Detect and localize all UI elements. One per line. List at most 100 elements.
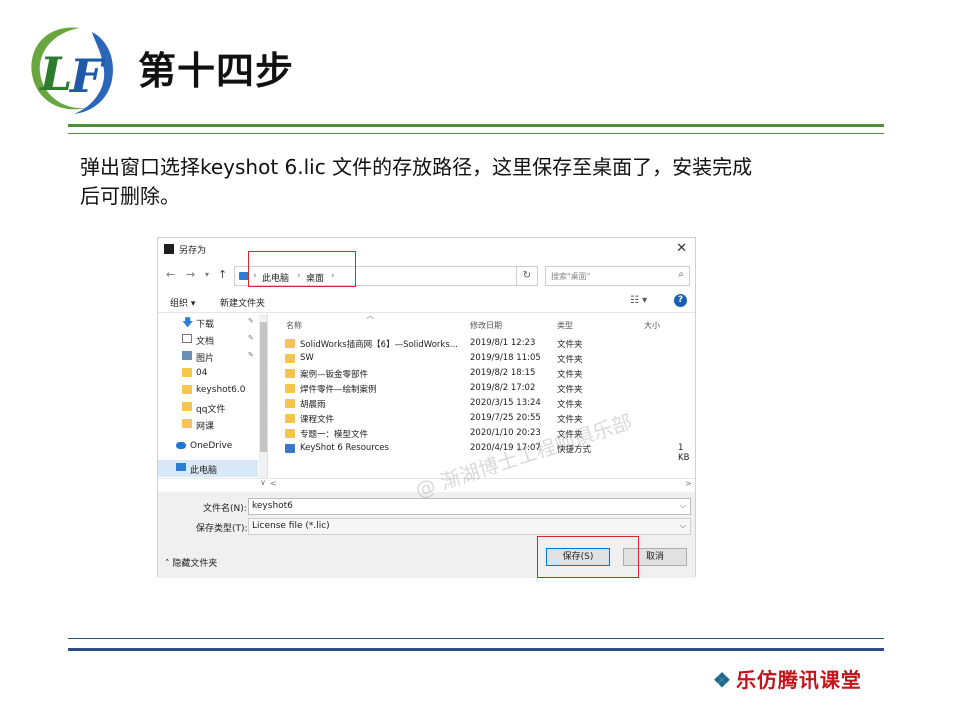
back-arrow-icon[interactable]: ← xyxy=(166,268,175,281)
navigation-bar: ← → ▾ ↑ › 此电脑 › 桌面 › ⌵ ↻ 搜索"桌面" ⌕ xyxy=(158,264,695,288)
file-name: 专题一：模型文件 xyxy=(300,430,369,440)
folder-icon xyxy=(285,369,295,378)
column-header-type[interactable]: 类型 xyxy=(557,320,573,331)
folder-icon xyxy=(285,429,295,438)
sidebar-item-label: 网课 xyxy=(196,422,215,432)
file-row[interactable]: 案例—钣金零部件 2019/8/2 18:15 文件夹 xyxy=(276,366,697,381)
help-icon[interactable]: ? xyxy=(674,294,687,307)
address-highlight-box xyxy=(248,251,356,287)
download-icon: 🡇 xyxy=(182,316,194,329)
search-box[interactable]: 搜索"桌面" ⌕ xyxy=(545,266,690,286)
forward-arrow-icon[interactable]: → xyxy=(186,268,195,281)
file-date: 2020/3/15 13:24 xyxy=(470,398,541,408)
filetype-label: 保存类型(T): xyxy=(196,524,248,534)
sidebar-item-label: 下载 xyxy=(196,320,215,330)
shortcut-icon xyxy=(285,444,295,453)
sidebar-item-label: qq文件 xyxy=(196,405,226,415)
brand-footer: ❖ 乐仿腾讯课堂 xyxy=(713,664,862,693)
file-date: 2020/4/19 17:07 xyxy=(470,443,541,453)
sidebar-item-label: 此电脑 xyxy=(190,466,218,476)
file-row[interactable]: 课程文件 2019/7/25 20:55 文件夹 xyxy=(276,411,697,426)
file-date: 2019/8/2 17:02 xyxy=(470,383,536,393)
filetype-value: License file (*.lic) xyxy=(252,521,330,531)
sidebar-item-label: OneDrive xyxy=(190,441,233,451)
sidebar-scrollbar-thumb[interactable] xyxy=(260,322,267,452)
refresh-icon[interactable]: ↻ xyxy=(516,266,538,286)
save-as-dialog: 另存为 ✕ ← → ▾ ↑ › 此电脑 › 桌面 › ⌵ ↻ 搜索"桌面" ⌕ … xyxy=(157,237,697,578)
diamond-icon: ❖ xyxy=(713,668,732,692)
filetype-select[interactable]: License file (*.lic) ⌵ xyxy=(248,518,691,535)
sidebar-scrollbar[interactable] xyxy=(259,314,267,478)
svg-text:F: F xyxy=(68,49,106,103)
file-name: 焊件零件—绘制案例 xyxy=(300,385,377,395)
filename-label: 文件名(N): xyxy=(203,504,247,514)
folder-icon xyxy=(182,368,192,377)
folder-icon xyxy=(285,339,295,348)
up-arrow-icon[interactable]: ↑ xyxy=(218,268,227,281)
sidebar-item-documents[interactable]: 文档 ✎ xyxy=(158,331,258,348)
column-header-date[interactable]: 修改日期 xyxy=(470,320,502,331)
sidebar-item-label: 文档 xyxy=(196,337,215,347)
sidebar-item-pictures[interactable]: 图片 ✎ xyxy=(158,348,258,365)
sidebar-item-label: 图片 xyxy=(196,354,215,364)
file-row[interactable]: 专题一：模型文件 2020/1/10 20:23 文件夹 xyxy=(276,426,697,441)
dialog-title: 另存为 xyxy=(179,246,207,256)
sidebar-item-label: 04 xyxy=(196,368,208,378)
column-header-name[interactable]: 名称 xyxy=(286,320,302,331)
file-type: 文件夹 xyxy=(557,370,583,380)
keyshot-app-icon xyxy=(164,244,174,254)
file-type: 文件夹 xyxy=(557,355,583,365)
search-icon: ⌕ xyxy=(678,269,684,280)
sidebar-item-04[interactable]: 04 xyxy=(158,365,258,382)
file-name: KeyShot 6 Resources xyxy=(300,443,389,453)
sidebar-item-this-pc[interactable]: 此电脑 xyxy=(158,460,258,477)
scroll-right-arrow-icon[interactable]: > xyxy=(685,479,692,488)
chevron-down-icon[interactable]: ⌵ xyxy=(680,501,686,511)
hide-folders-label: 隐藏文件夹 xyxy=(172,559,218,569)
chevron-down-icon[interactable]: ⌵ xyxy=(680,521,686,531)
dialog-toolbar: 组织 ▾ 新建文件夹 ☷ ▾ ? xyxy=(158,291,695,313)
hide-folders-toggle[interactable]: ˄ 隐藏文件夹 xyxy=(165,556,217,569)
brand-name: 乐仿腾讯课堂 xyxy=(735,668,862,692)
document-icon xyxy=(182,334,192,343)
sidebar-item-downloads[interactable]: 🡇 下载 ✎ xyxy=(158,314,258,331)
close-icon[interactable]: ✕ xyxy=(676,241,687,256)
sidebar-item-online-courses[interactable]: 网课 xyxy=(158,416,258,433)
sidebar-item-keyshot[interactable]: keyshot6.0 xyxy=(158,382,258,399)
column-header-size[interactable]: 大小 xyxy=(644,320,660,331)
new-folder-button[interactable]: 新建文件夹 xyxy=(220,296,265,309)
folder-icon xyxy=(182,385,192,394)
file-row[interactable]: 胡晨雨 2020/3/15 13:24 文件夹 xyxy=(276,396,697,411)
footer-rule xyxy=(68,648,884,651)
file-row[interactable]: SolidWorks插商网【6】—SolidWorks... 2019/8/1 … xyxy=(276,336,697,351)
file-size: 1 KB xyxy=(678,443,690,463)
scroll-left-arrow-icon[interactable]: < xyxy=(270,479,277,488)
file-name: 课程文件 xyxy=(300,415,335,425)
organize-button[interactable]: 组织 ▾ xyxy=(170,296,195,309)
horizontal-scrollbar[interactable]: ∨ < > xyxy=(158,478,695,490)
instruction-line-2: 后可删除。 xyxy=(80,184,180,208)
sort-ascending-icon: ︿ xyxy=(366,314,374,320)
file-date: 2019/8/2 18:15 xyxy=(470,368,536,378)
scroll-down-arrow-icon[interactable]: ∨ xyxy=(260,478,266,487)
file-row[interactable]: 焊件零件—绘制案例 2019/8/2 17:02 文件夹 xyxy=(276,381,697,396)
instruction-line-1: 弹出窗口选择keyshot 6.lic 文件的存放路径，这里保存至桌面了，安装完… xyxy=(80,155,753,179)
file-date: 2019/8/1 12:23 xyxy=(470,338,536,348)
recent-dropdown-icon[interactable]: ▾ xyxy=(205,270,209,279)
file-date: 2019/9/18 11:05 xyxy=(470,353,541,363)
sidebar-item-onedrive[interactable]: OneDrive xyxy=(158,438,258,455)
slide-title: 第十四步 xyxy=(138,49,295,93)
view-options-icon[interactable]: ☷ ▾ xyxy=(630,295,647,306)
sidebar-item-label: keyshot6.0 xyxy=(196,385,246,395)
filename-input[interactable]: keyshot6 ⌵ xyxy=(248,498,691,515)
file-type: 文件夹 xyxy=(557,430,583,440)
file-row[interactable]: KeyShot 6 Resources 2020/4/19 17:07 快捷方式… xyxy=(276,441,697,463)
sidebar-item-qq-files[interactable]: qq文件 xyxy=(158,399,258,416)
header-rule xyxy=(68,124,884,127)
file-name: 案例—钣金零部件 xyxy=(300,370,369,380)
file-row[interactable]: SW 2019/9/18 11:05 文件夹 xyxy=(276,351,697,366)
file-name: SolidWorks插商网【6】—SolidWorks... xyxy=(300,340,458,350)
instruction-text: 弹出窗口选择keyshot 6.lic 文件的存放路径，这里保存至桌面了，安装完… xyxy=(80,153,870,211)
file-name: 胡晨雨 xyxy=(300,400,326,410)
picture-icon xyxy=(182,351,192,360)
